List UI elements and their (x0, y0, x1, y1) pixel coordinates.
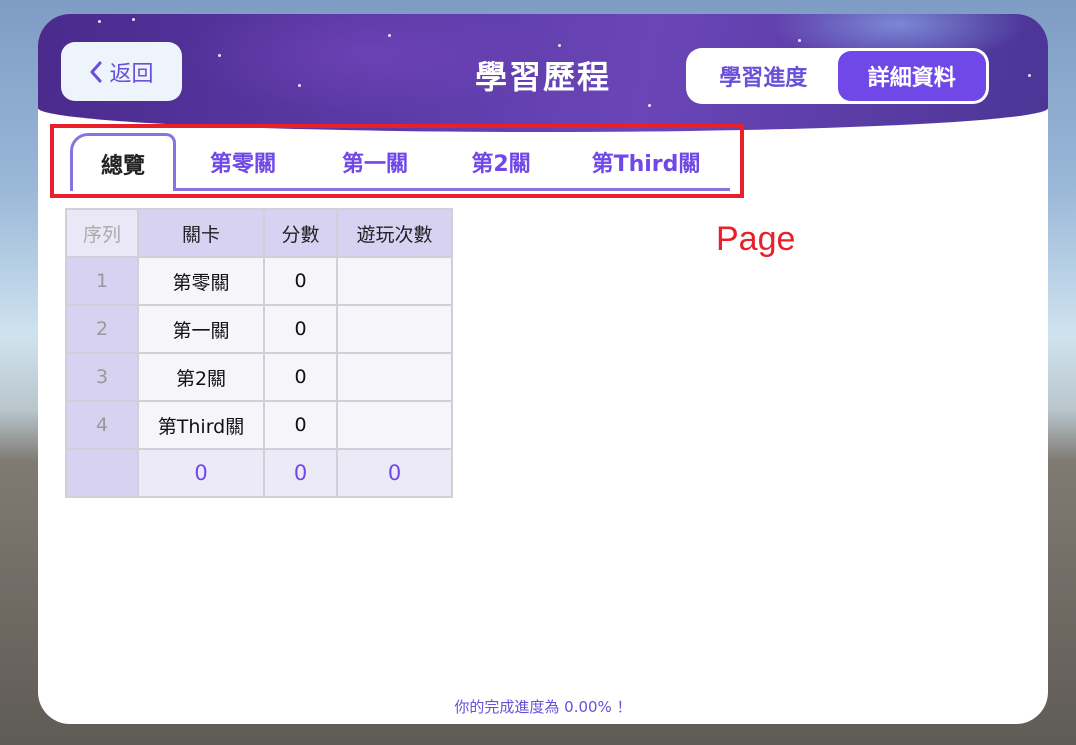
row-level: 第一關 (137, 304, 265, 354)
row-score: 0 (263, 304, 338, 354)
tab-level-one[interactable]: 第一關 (310, 136, 440, 188)
scores-table: 序列 關卡 分數 遊玩次數 1 第零關 0 2 第一關 0 3 第2關 0 4 … (65, 208, 453, 498)
row-plays (336, 304, 453, 354)
completion-progress-text: 你的完成進度為 0.00% ！ (454, 698, 632, 716)
main-card: 返回 學習歷程 學習進度 詳細資料 總覽 第零關 第一關 第2關 第Third關… (38, 14, 1048, 724)
row-level: 第零關 (137, 256, 265, 306)
table-row: 3 第2關 0 (65, 352, 453, 402)
row-index: 2 (65, 304, 139, 354)
column-header-plays: 遊玩次數 (336, 208, 453, 258)
table-row: 4 第Third關 0 (65, 400, 453, 450)
column-header-level: 關卡 (137, 208, 265, 258)
total-index (65, 448, 139, 498)
tab-level-two[interactable]: 第2關 (440, 136, 562, 188)
row-level: 第2關 (137, 352, 265, 402)
chevron-left-icon (90, 61, 102, 82)
page-annotation: Page (716, 220, 796, 258)
row-index: 4 (65, 400, 139, 450)
row-plays (336, 256, 453, 306)
total-plays: 0 (336, 448, 453, 498)
toggle-progress[interactable]: 學習進度 (689, 51, 838, 101)
total-score: 0 (263, 448, 338, 498)
table-row: 1 第零關 0 (65, 256, 453, 306)
column-header-index: 序列 (65, 208, 139, 258)
page-title: 學習歷程 (474, 58, 611, 96)
row-score: 0 (263, 400, 338, 450)
row-plays (336, 400, 453, 450)
tab-overview[interactable]: 總覽 (70, 133, 176, 191)
view-toggle: 學習進度 詳細資料 (686, 48, 989, 104)
back-button-label: 返回 (109, 61, 154, 87)
total-level: 0 (137, 448, 265, 498)
tab-level-zero[interactable]: 第零關 (176, 136, 310, 188)
row-level: 第Third關 (137, 400, 265, 450)
table-total-row: 0 0 0 (65, 448, 453, 498)
table-header-row: 序列 關卡 分數 遊玩次數 (65, 208, 453, 258)
table-row: 2 第一關 0 (65, 304, 453, 354)
column-header-score: 分數 (263, 208, 338, 258)
toggle-details[interactable]: 詳細資料 (837, 51, 986, 101)
tab-level-third[interactable]: 第Third關 (562, 136, 730, 188)
row-index: 1 (65, 256, 139, 306)
row-plays (336, 352, 453, 402)
row-score: 0 (263, 352, 338, 402)
row-index: 3 (65, 352, 139, 402)
row-score: 0 (263, 256, 338, 306)
level-tabs: 總覽 第零關 第一關 第2關 第Third關 (70, 132, 730, 191)
back-button[interactable]: 返回 (61, 42, 182, 101)
